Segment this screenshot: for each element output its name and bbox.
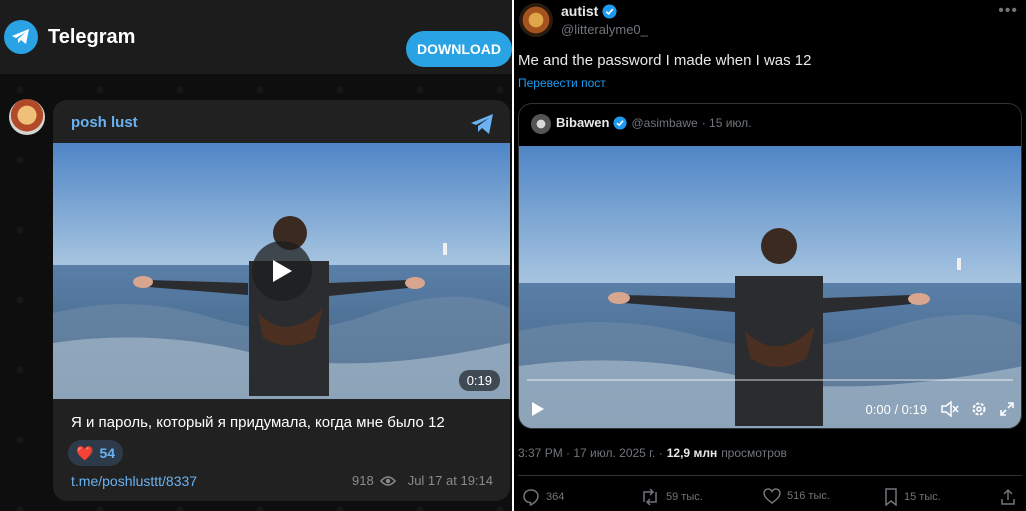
video-frame [519, 146, 1021, 428]
bookmark-icon [884, 488, 898, 506]
reply-icon [522, 488, 540, 506]
volume-muted-icon[interactable] [941, 401, 959, 417]
message-bubble: posh lust 0:19 Я и пароль, который я при… [53, 100, 510, 501]
x-post-panel: autist @litteralyme0_ ••• Me and the pas… [514, 0, 1026, 511]
settings-gear-icon[interactable] [971, 401, 987, 417]
fullscreen-icon[interactable] [999, 401, 1015, 417]
bookmark-button[interactable]: 15 тыс. [884, 488, 941, 506]
app-title: Telegram [48, 25, 136, 48]
quoted-video-player[interactable]: 0:00 / 0:19 [519, 146, 1021, 428]
repost-count: 59 тыс. [666, 491, 703, 503]
repost-icon [640, 488, 660, 506]
quoted-author-row[interactable]: Bibawen @asimbawe · 15 июл. [556, 115, 751, 130]
post-text: Me and the password I made when I was 12 [518, 52, 812, 69]
video-controls: 0:00 / 0:19 [519, 397, 1021, 421]
reaction-chip[interactable]: ❤️ 54 [68, 440, 124, 466]
author-name[interactable]: autist [561, 3, 598, 19]
channel-name[interactable]: posh lust [71, 114, 138, 131]
more-options-icon[interactable]: ••• [998, 2, 1018, 20]
author-avatar[interactable] [519, 3, 553, 37]
telegram-header: Telegram DOWNLOAD [0, 0, 512, 74]
post-stats: 3:37 PM · 17 июл. 2025 г. · 12,9 млн про… [518, 446, 787, 460]
post-actions-bar: 364 59 тыс. 516 тыс. 15 тыс. [518, 488, 1022, 508]
post-link[interactable]: t.me/poshlusttt/8337 [71, 473, 197, 489]
message-meta: 918 Jul 17 at 19:14 [352, 473, 493, 488]
repost-button[interactable]: 59 тыс. [640, 488, 703, 506]
reaction-count: 54 [99, 445, 116, 461]
reply-button[interactable]: 364 [522, 488, 564, 506]
reply-count: 364 [546, 491, 565, 503]
share-upload-icon [1000, 488, 1016, 506]
download-button[interactable]: DOWNLOAD [406, 31, 512, 67]
view-count: 918 [352, 473, 374, 488]
telegram-logo-icon[interactable] [4, 20, 38, 54]
quoted-author-handle[interactable]: @asimbawe [631, 116, 697, 130]
message-caption: Я и пароль, который я придумала, когда м… [71, 414, 445, 431]
like-button[interactable]: 516 тыс. [763, 488, 830, 504]
video-progress-bar[interactable] [527, 379, 1013, 381]
message-timestamp: Jul 17 at 19:14 [407, 473, 493, 488]
translate-post-link[interactable]: Перевести пост [518, 76, 606, 90]
video-player[interactable]: 0:19 [53, 143, 510, 399]
channel-avatar[interactable] [9, 99, 45, 135]
verified-badge-icon [602, 3, 617, 19]
eye-icon [379, 475, 396, 487]
share-button[interactable] [1000, 488, 1016, 506]
quoted-author-name[interactable]: Bibawen [556, 115, 609, 130]
share-plane-icon[interactable] [468, 110, 496, 138]
quoted-post[interactable]: Bibawen @asimbawe · 15 июл. 0:00 / 0:19 [518, 103, 1022, 429]
author-handle[interactable]: @litteralyme0_ [561, 22, 648, 37]
play-icon[interactable] [531, 401, 545, 417]
video-time: 0:00 / 0:19 [865, 401, 927, 417]
actions-divider [518, 475, 1022, 476]
post-time[interactable]: 3:37 PM · 17 июл. 2025 г. · [518, 446, 663, 460]
quoted-author-avatar[interactable] [531, 114, 551, 134]
verified-badge-icon [613, 115, 628, 130]
quoted-post-date: · 15 июл. [701, 115, 752, 130]
telegram-panel: Telegram DOWNLOAD posh lust 0:19 Я и пар… [0, 0, 512, 511]
views-label: просмотров [721, 446, 787, 460]
author-name-row[interactable]: autist [561, 3, 617, 19]
bookmark-count: 15 тыс. [904, 491, 941, 503]
like-count: 516 тыс. [787, 490, 830, 502]
play-button[interactable] [252, 241, 312, 301]
views-count: 12,9 млн [666, 446, 718, 460]
heart-icon [763, 488, 781, 504]
heart-emoji-icon: ❤️ [76, 444, 94, 461]
video-duration: 0:19 [458, 370, 500, 391]
